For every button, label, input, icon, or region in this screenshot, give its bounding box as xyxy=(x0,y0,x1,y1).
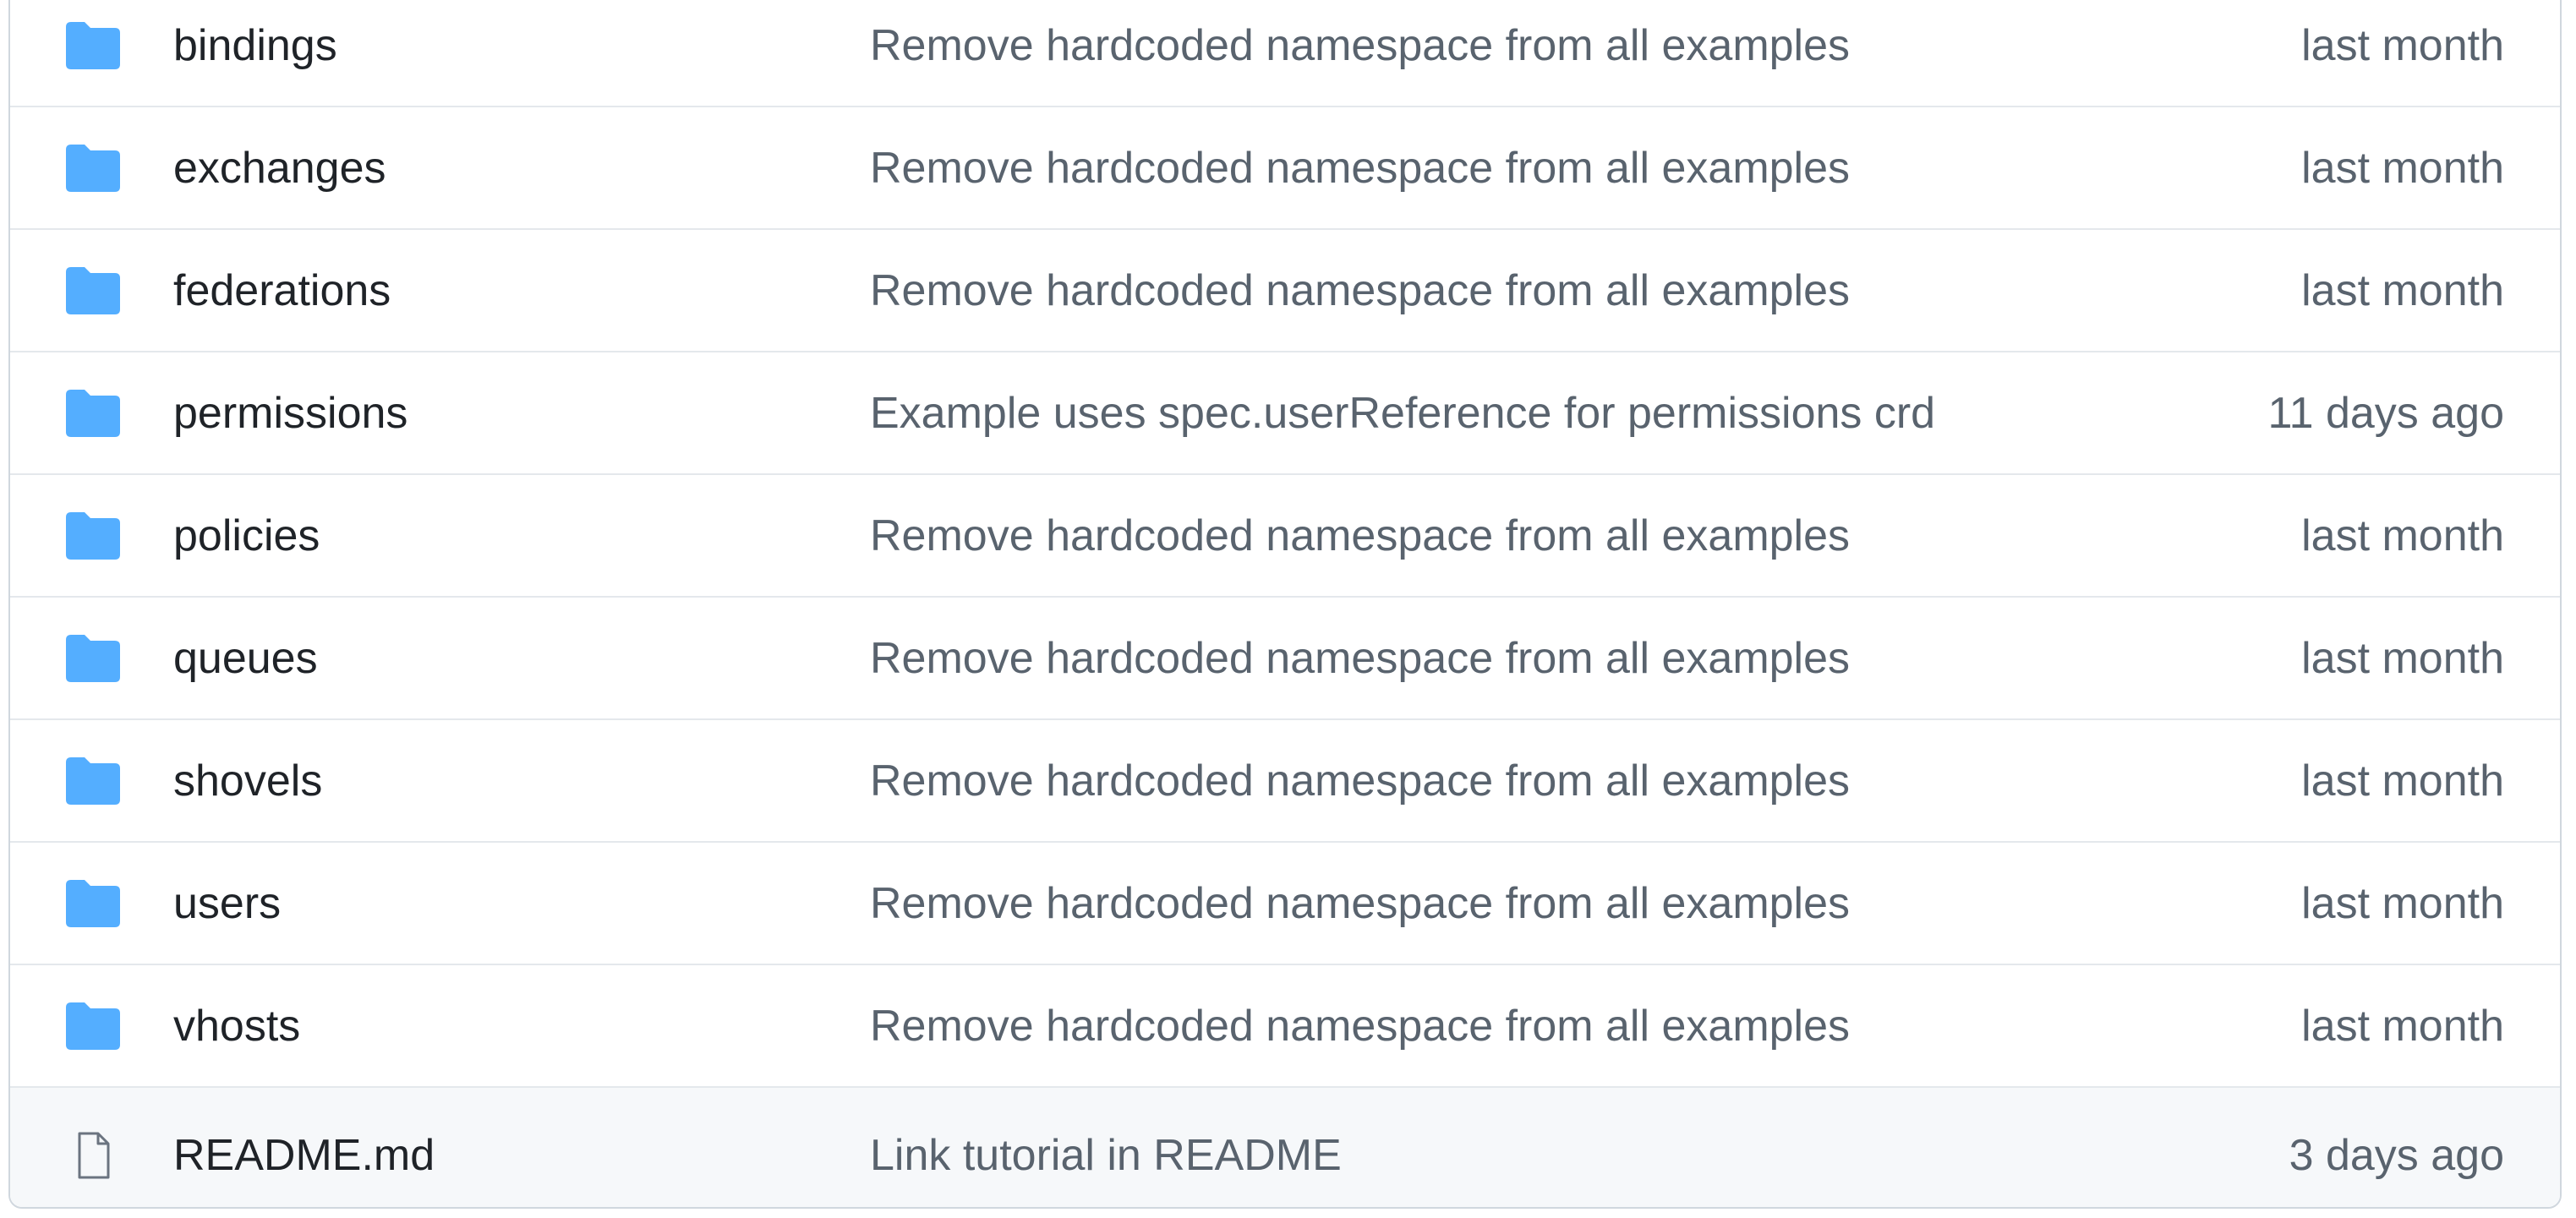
commit-age: last month xyxy=(2301,143,2504,193)
folder-icon xyxy=(66,634,120,682)
commit-message-link[interactable]: Remove hardcoded namespace from all exam… xyxy=(870,1001,1850,1051)
commit-message-link[interactable]: Remove hardcoded namespace from all exam… xyxy=(870,878,1850,929)
commit-age: last month xyxy=(2301,20,2504,70)
commit-age: last month xyxy=(2301,1001,2504,1051)
file-row-vhosts[interactable]: vhosts Remove hardcoded namespace from a… xyxy=(10,965,2560,1088)
commit-message-link[interactable]: Link tutorial in README xyxy=(870,1130,1342,1181)
file-name-link[interactable]: permissions xyxy=(173,388,407,439)
file-row-permissions[interactable]: permissions Example uses spec.userRefere… xyxy=(10,352,2560,475)
folder-icon xyxy=(66,879,120,927)
file-row-federations[interactable]: federations Remove hardcoded namespace f… xyxy=(10,230,2560,352)
file-name-link[interactable]: README.md xyxy=(173,1130,435,1181)
file-name-link[interactable]: vhosts xyxy=(173,1001,300,1051)
commit-message-link[interactable]: Remove hardcoded namespace from all exam… xyxy=(870,511,1850,561)
commit-age: last month xyxy=(2301,756,2504,806)
commit-message-link[interactable]: Remove hardcoded namespace from all exam… xyxy=(870,265,1850,316)
commit-age: last month xyxy=(2301,511,2504,560)
file-name-link[interactable]: exchanges xyxy=(173,143,386,194)
commit-message-link[interactable]: Remove hardcoded namespace from all exam… xyxy=(870,143,1850,194)
folder-icon xyxy=(66,1002,120,1050)
file-name-link[interactable]: shovels xyxy=(173,756,322,806)
file-row-users[interactable]: users Remove hardcoded namespace from al… xyxy=(10,843,2560,965)
file-name-link[interactable]: policies xyxy=(173,511,320,561)
folder-icon xyxy=(66,21,120,69)
file-row-readme[interactable]: README.md Link tutorial in README 3 days… xyxy=(10,1088,2560,1207)
file-row-bindings[interactable]: bindings Remove hardcoded namespace from… xyxy=(10,0,2560,107)
commit-age: last month xyxy=(2301,633,2504,683)
file-name-link[interactable]: federations xyxy=(173,265,391,316)
file-row-policies[interactable]: policies Remove hardcoded namespace from… xyxy=(10,475,2560,598)
folder-icon xyxy=(66,756,120,805)
commit-message-link[interactable]: Remove hardcoded namespace from all exam… xyxy=(870,20,1850,71)
commit-message-link[interactable]: Remove hardcoded namespace from all exam… xyxy=(870,756,1850,806)
file-list: bindings Remove hardcoded namespace from… xyxy=(8,0,2562,1209)
folder-icon xyxy=(66,389,120,437)
commit-age: last month xyxy=(2301,878,2504,928)
folder-icon xyxy=(66,266,120,314)
file-row-exchanges[interactable]: exchanges Remove hardcoded namespace fro… xyxy=(10,107,2560,230)
commit-age: 11 days ago xyxy=(2267,388,2504,438)
file-name-link[interactable]: users xyxy=(173,878,281,929)
folder-icon xyxy=(66,144,120,192)
folder-icon xyxy=(66,511,120,560)
file-name-link[interactable]: queues xyxy=(173,633,318,684)
file-name-link[interactable]: bindings xyxy=(173,20,337,71)
commit-age: last month xyxy=(2301,265,2504,315)
commit-age: 3 days ago xyxy=(2289,1131,2504,1180)
file-row-shovels[interactable]: shovels Remove hardcoded namespace from … xyxy=(10,720,2560,843)
file-icon xyxy=(66,1132,120,1179)
commit-message-link[interactable]: Remove hardcoded namespace from all exam… xyxy=(870,633,1850,684)
file-row-queues[interactable]: queues Remove hardcoded namespace from a… xyxy=(10,598,2560,720)
commit-message-link[interactable]: Example uses spec.userReference for perm… xyxy=(870,388,1935,439)
